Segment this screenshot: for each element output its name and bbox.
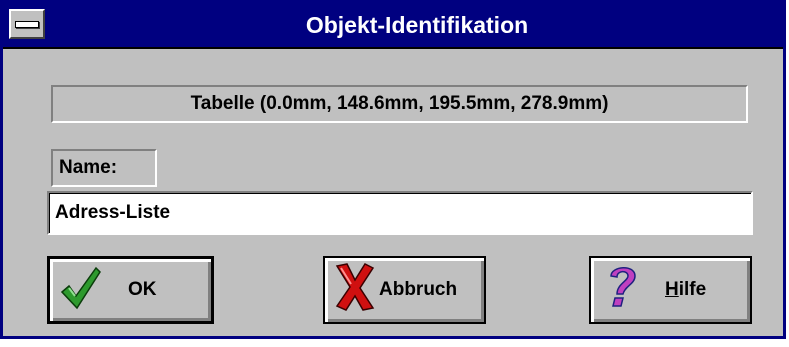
- checkmark-icon: [60, 264, 102, 316]
- name-input[interactable]: [47, 191, 753, 235]
- name-label: Name:: [51, 149, 157, 187]
- system-menu-button[interactable]: [9, 9, 45, 39]
- title-bar: Objekt-Identifikation: [3, 3, 783, 49]
- object-identification-dialog: Objekt-Identifikation Tabelle (0.0mm, 14…: [0, 0, 786, 339]
- cancel-button[interactable]: Abbruch: [323, 256, 486, 324]
- help-label: Hilfe: [665, 279, 707, 300]
- question-mark-icon: [605, 264, 639, 316]
- window-title: Objekt-Identifikation: [305, 12, 529, 38]
- ok-button[interactable]: OK: [47, 256, 214, 324]
- object-info-text: Tabelle (0.0mm, 148.6mm, 195.5mm, 278.9m…: [51, 85, 748, 123]
- help-button[interactable]: Hilfe: [589, 256, 752, 324]
- system-menu-icon: [15, 20, 39, 28]
- ok-label: OK: [128, 279, 157, 300]
- red-x-icon: [333, 262, 377, 318]
- cancel-label: Abbruch: [379, 279, 458, 300]
